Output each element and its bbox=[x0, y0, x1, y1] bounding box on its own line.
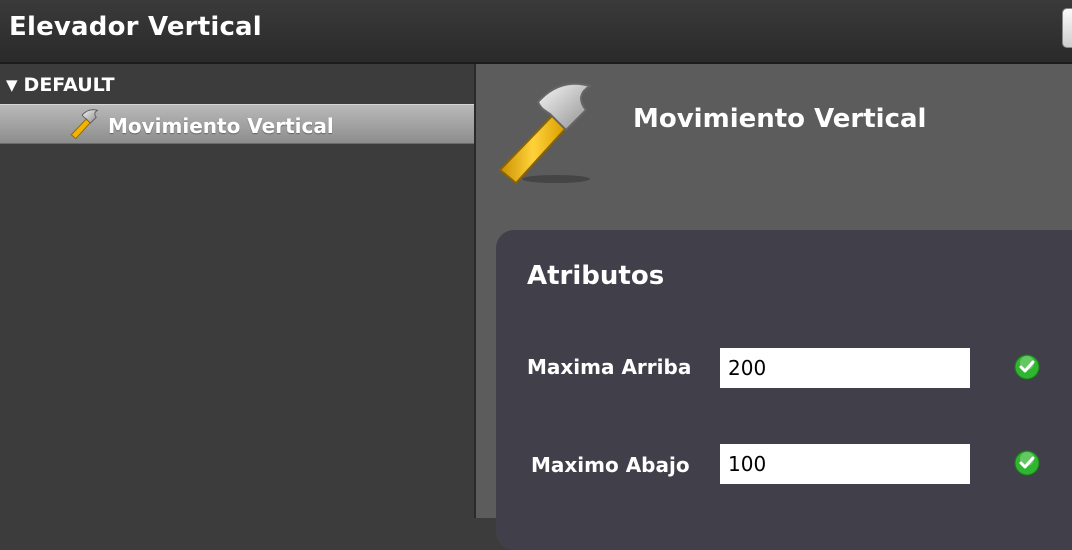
window-control-button[interactable] bbox=[1062, 8, 1072, 48]
sidebar-item-label: Movimiento Vertical bbox=[108, 114, 334, 138]
group-label: DEFAULT bbox=[23, 74, 115, 96]
maxima-arriba-input[interactable] bbox=[720, 348, 970, 388]
hammer-icon bbox=[498, 82, 593, 185]
main-panel: Movimiento Vertical Atributos Maxima Arr… bbox=[476, 64, 1072, 550]
window-title: Elevador Vertical bbox=[9, 12, 262, 42]
page-title: Movimiento Vertical bbox=[633, 104, 927, 134]
attributes-panel: Atributos Maxima Arriba Maximo Abajo bbox=[496, 230, 1072, 550]
field-label-maxima-arriba: Maxima Arriba bbox=[527, 355, 692, 379]
hammer-icon bbox=[70, 109, 99, 140]
panel-title: Atributos bbox=[527, 261, 665, 291]
disclosure-triangle-down-icon[interactable]: ▼ bbox=[6, 76, 18, 94]
green-check-icon bbox=[1014, 450, 1040, 476]
sidebar: ▼ DEFAULT Movimiento Vertical bbox=[0, 64, 476, 518]
group-header-default[interactable]: ▼ DEFAULT bbox=[6, 74, 115, 96]
field-label-maximo-abajo: Maximo Abajo bbox=[531, 453, 690, 477]
sidebar-item-movimiento-vertical[interactable]: Movimiento Vertical bbox=[0, 104, 474, 144]
green-check-icon bbox=[1014, 354, 1040, 380]
maximo-abajo-input[interactable] bbox=[720, 444, 970, 484]
window-titlebar: Elevador Vertical bbox=[0, 0, 1072, 64]
